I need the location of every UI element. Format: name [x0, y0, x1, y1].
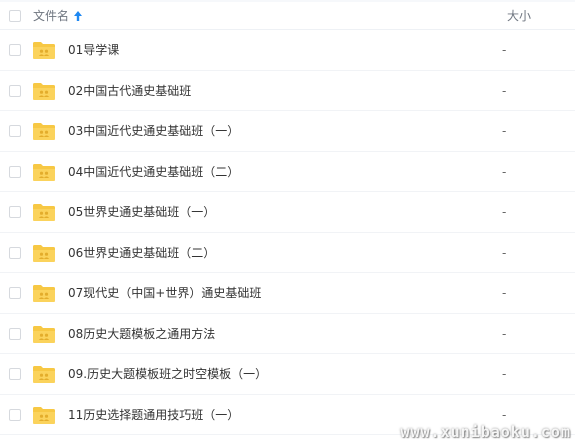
row-checkbox[interactable] [9, 408, 21, 421]
file-row[interactable]: 05世界史通史基础班（一） - [0, 192, 575, 233]
folder-icon[interactable] [32, 364, 56, 384]
row-checkbox[interactable] [9, 125, 21, 137]
file-size: - [502, 407, 507, 422]
folder-icon[interactable] [32, 405, 56, 425]
folder-icon[interactable] [32, 81, 56, 101]
file-size: - [502, 326, 507, 341]
file-name-link[interactable]: 03中国近代史通史基础班（一） [68, 122, 239, 140]
row-checkbox[interactable] [9, 246, 21, 259]
file-list: 01导学课 -02中国古代通史基础班 -03中国近代史通史基础班（一） -04中国近代… [0, 30, 575, 435]
file-list-page: 文件名 大小 01导学课 -02中国古代通史基础班 -03中国近代史通史基础班（一）… [0, 0, 575, 443]
sort-ascending-icon[interactable] [73, 10, 83, 22]
file-list-header: 文件名 大小 [0, 0, 575, 30]
file-size: - [502, 43, 507, 57]
file-name-link[interactable]: 02中国古代通史基础班 [68, 82, 191, 100]
select-all-checkbox[interactable] [9, 10, 21, 22]
row-checkbox[interactable] [9, 206, 21, 218]
folder-icon[interactable] [32, 283, 56, 303]
row-checkbox[interactable] [9, 327, 21, 340]
column-header-name-label: 文件名 [33, 9, 70, 23]
folder-icon[interactable] [32, 162, 56, 182]
file-name-link[interactable]: 11历史选择题通用技巧班（一） [68, 406, 239, 424]
file-row[interactable]: 07现代史（中国+世界）通史基础班 - [0, 273, 575, 314]
folder-icon[interactable] [32, 324, 56, 344]
file-row[interactable]: 08历史大题模板之通用方法 - [0, 314, 575, 354]
file-name-link[interactable]: 07现代史（中国+世界）通史基础班 [68, 284, 261, 302]
row-checkbox[interactable] [9, 287, 21, 299]
row-checkbox[interactable] [9, 84, 21, 97]
file-row[interactable]: 03中国近代史通史基础班（一） - [0, 111, 575, 152]
column-header-name[interactable]: 文件名 [33, 8, 83, 24]
file-size: - [502, 367, 507, 381]
folder-icon[interactable] [32, 243, 56, 263]
file-row[interactable]: 02中国古代通史基础班 - [0, 71, 575, 111]
file-row[interactable]: 06世界史通史基础班（二） - [0, 233, 575, 273]
file-row[interactable]: 09.历史大题模板班之时空模板（一） - [0, 354, 575, 395]
file-size: - [502, 286, 507, 300]
file-row[interactable]: 04中国近代史通史基础班（二） - [0, 152, 575, 192]
file-name-link[interactable]: 08历史大题模板之通用方法 [68, 325, 215, 343]
file-row[interactable]: 01导学课 - [0, 30, 575, 71]
folder-icon[interactable] [32, 40, 56, 60]
file-name-link[interactable]: 06世界史通史基础班（二） [68, 244, 215, 262]
column-header-size[interactable]: 大小 [507, 8, 531, 24]
file-name-link[interactable]: 01导学课 [68, 41, 119, 59]
row-checkbox[interactable] [9, 44, 21, 56]
file-size: - [502, 205, 507, 219]
file-size: - [502, 83, 507, 98]
row-checkbox[interactable] [9, 165, 21, 178]
file-name-link[interactable]: 05世界史通史基础班（一） [68, 203, 215, 221]
file-size: - [502, 245, 507, 260]
folder-icon[interactable] [32, 202, 56, 222]
file-size: - [502, 164, 507, 179]
file-name-link[interactable]: 04中国近代史通史基础班（二） [68, 163, 239, 181]
watermark: www.xunibaoku.com [400, 423, 571, 441]
row-checkbox[interactable] [9, 368, 21, 380]
folder-icon[interactable] [32, 121, 56, 141]
file-name-link[interactable]: 09.历史大题模板班之时空模板（一） [68, 365, 267, 383]
file-size: - [502, 124, 507, 138]
